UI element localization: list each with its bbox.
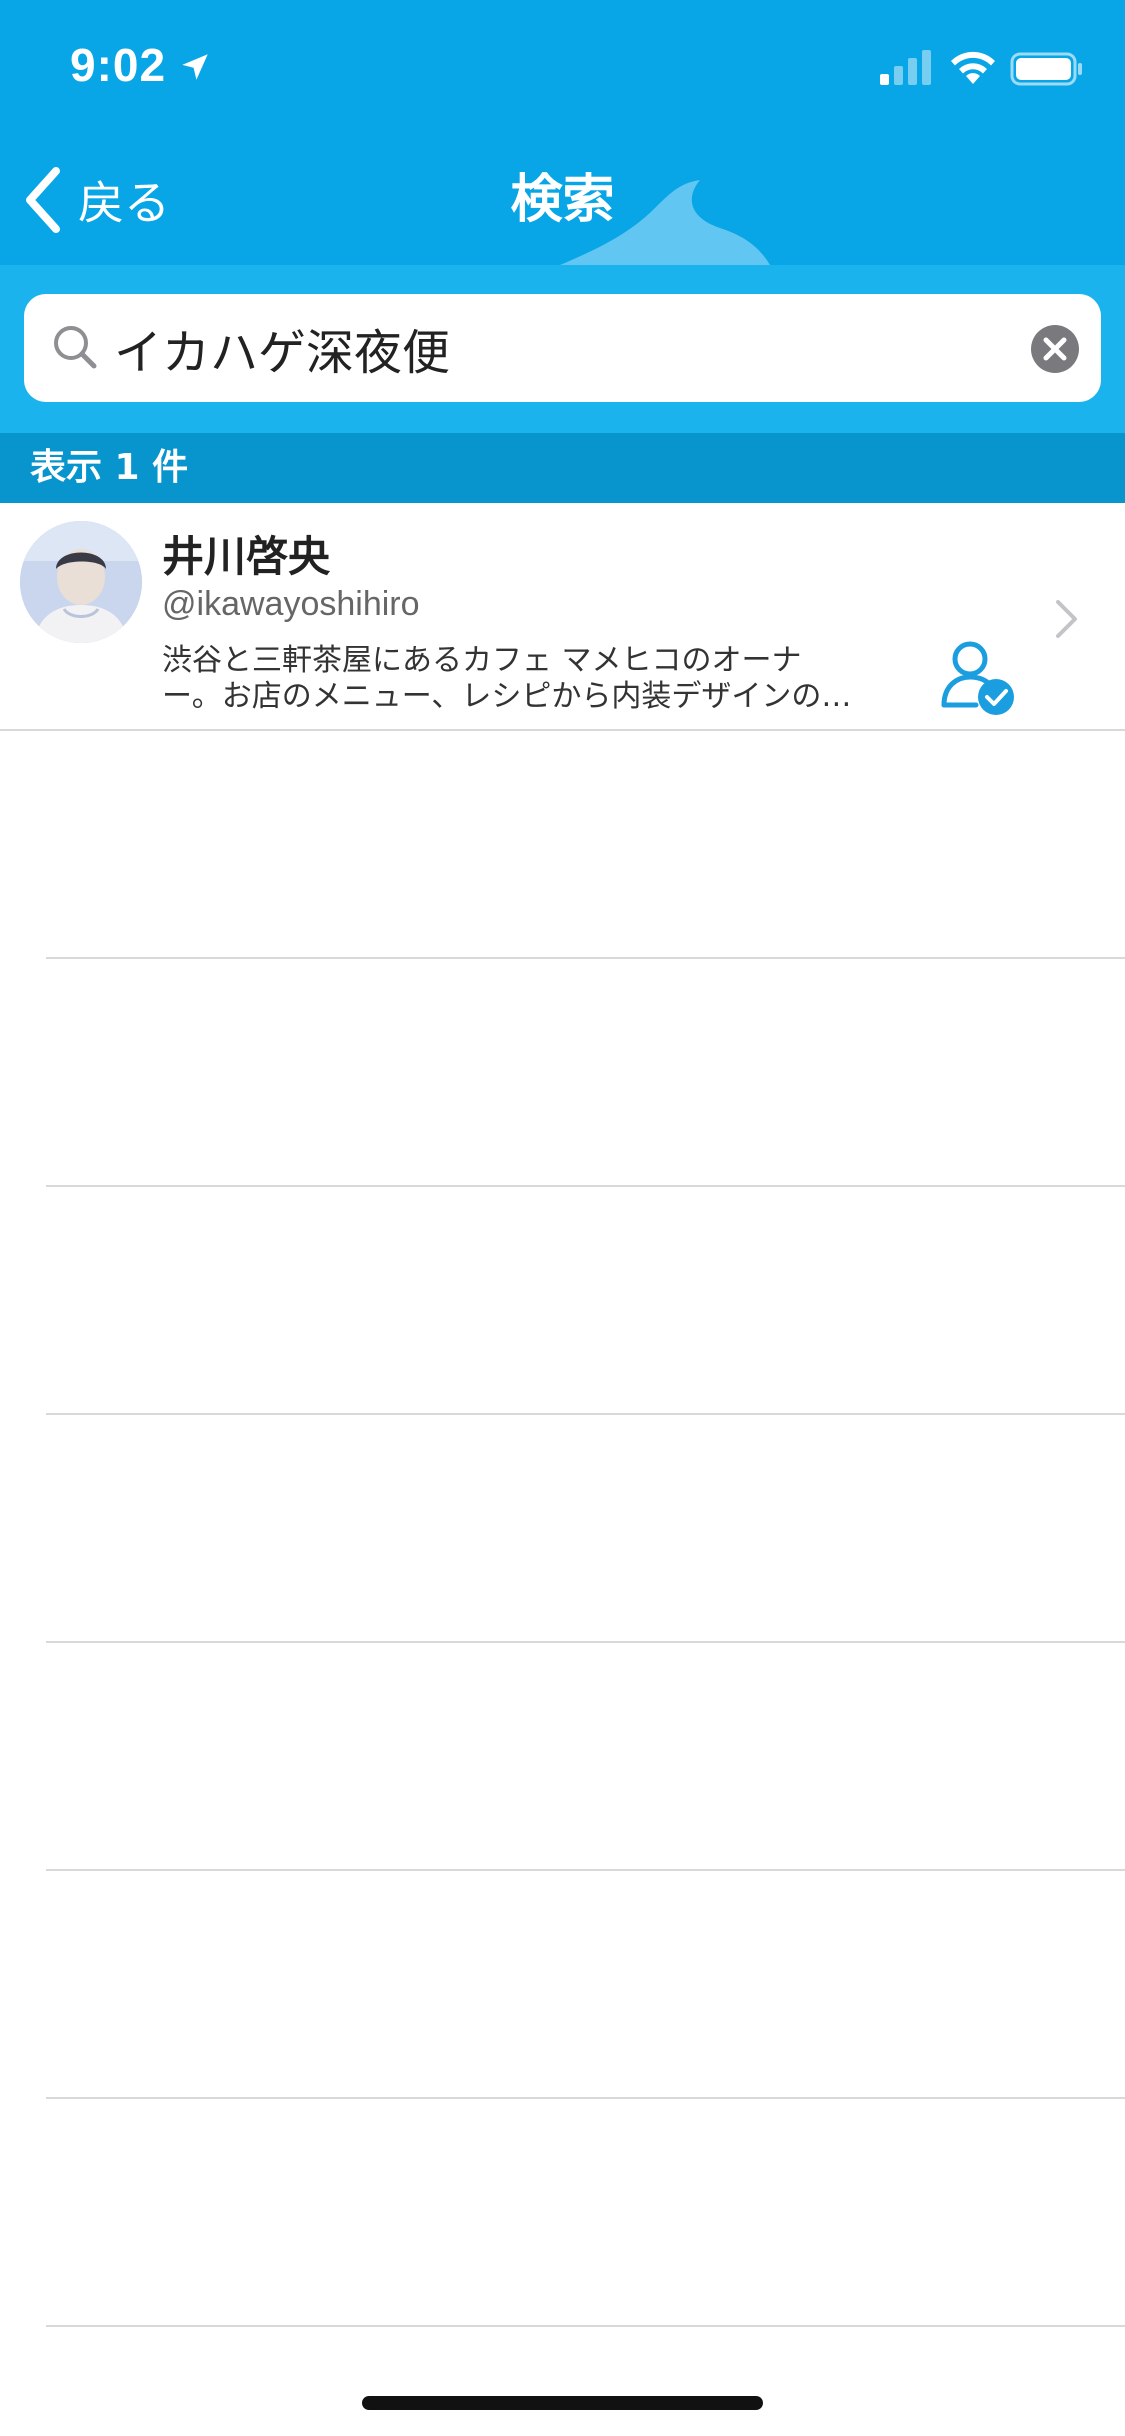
- search-icon: [54, 326, 97, 369]
- empty-list: [0, 731, 1125, 2327]
- search-input[interactable]: [114, 294, 1014, 402]
- empty-row: [0, 959, 1125, 1187]
- empty-row: [0, 1871, 1125, 2099]
- page-title: 検索: [510, 170, 615, 230]
- nav-header: 9:02 戻る 検索: [0, 0, 1125, 265]
- bio-line: 渋谷と三軒茶屋にあるカフェ マメヒコのオーナ: [162, 643, 802, 678]
- empty-row: [0, 731, 1125, 959]
- avatar: [20, 521, 142, 643]
- result-count-label: 表示 1 件: [30, 447, 189, 488]
- clear-icon[interactable]: [1030, 324, 1080, 374]
- empty-row: [0, 1643, 1125, 1871]
- search-bar-container: [0, 265, 1125, 433]
- search-box: [24, 294, 1101, 402]
- user-handle: @ikawayoshihiro: [162, 585, 420, 623]
- result-count-bar: 表示 1 件: [0, 433, 1125, 503]
- location-arrow-icon: [182, 54, 208, 80]
- divider: [46, 2325, 1125, 2327]
- user-bio: 渋谷と三軒茶屋にあるカフェ マメヒコのオーナ ー。お店のメニュー、レシピから内装…: [162, 643, 922, 715]
- status-bar: 9:02: [0, 0, 1125, 135]
- chevron-right-icon: [1056, 600, 1077, 638]
- user-verified-icon[interactable]: [940, 639, 1018, 717]
- user-result-row[interactable]: 井川啓央 @ikawayoshihiro 渋谷と三軒茶屋にあるカフェ マメヒコの…: [0, 503, 1125, 731]
- status-time: 9:02: [70, 39, 167, 91]
- empty-row: [0, 1187, 1125, 1415]
- empty-row: [0, 1415, 1125, 1643]
- battery-icon: [1010, 52, 1082, 86]
- wifi-icon: [951, 51, 995, 84]
- bio-line: ー。お店のメニュー、レシピから内装デザインの…: [162, 679, 852, 714]
- signal-icon: [880, 50, 931, 85]
- user-name: 井川啓央: [162, 532, 331, 581]
- avatar-image: [20, 521, 142, 643]
- search-screen: 9:02 戻る 検索 イカハゲ深夜便 表示 1 件 井川啓央 @ikawayos…: [0, 0, 1125, 2436]
- home-indicator[interactable]: [362, 2396, 763, 2410]
- empty-row: [0, 2099, 1125, 2327]
